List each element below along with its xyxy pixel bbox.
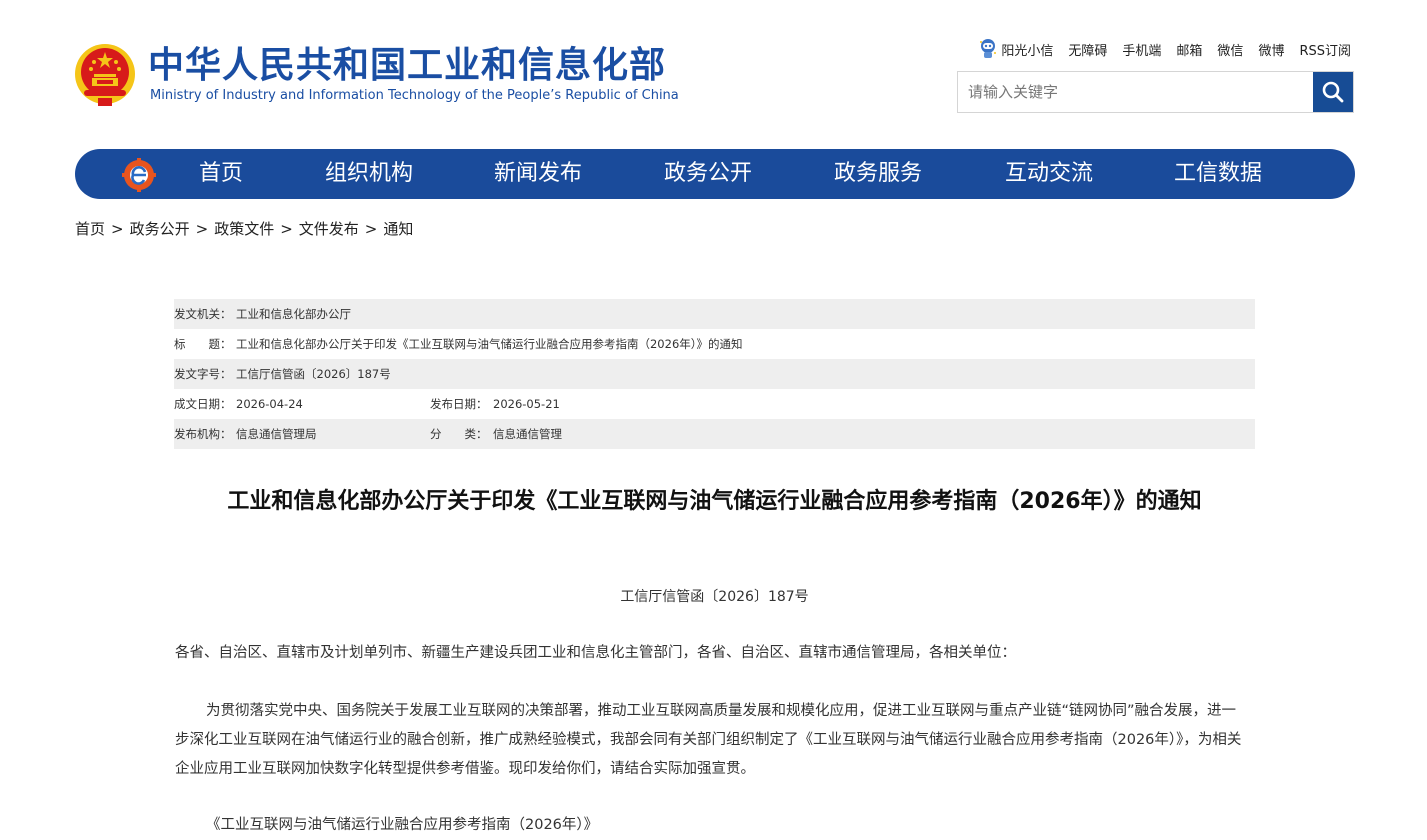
- meta-label-org: 发布机构：: [174, 427, 232, 441]
- article-attachment-title[interactable]: 《工业互联网与油气储运行业融合应用参考指南（2026年）》: [206, 811, 1281, 840]
- search-button[interactable]: [1313, 72, 1353, 112]
- breadcrumb: 首页 > 政务公开 > 政策文件 > 文件发布 > 通知: [75, 218, 413, 239]
- breadcrumb-separator: >: [195, 220, 209, 238]
- meta-value-category: 信息通信管理: [493, 427, 562, 441]
- meta-value-created: 2026-04-24: [236, 397, 303, 411]
- meta-value-published: 2026-05-21: [493, 397, 560, 411]
- toplink-rss[interactable]: RSS订阅: [1299, 40, 1351, 59]
- nav-home[interactable]: 首页: [199, 149, 243, 199]
- nav-data[interactable]: 工信数据: [1174, 149, 1262, 199]
- meta-row-dates: 成文日期： 2026-04-24 发布日期： 2026-05-21: [174, 389, 1255, 419]
- breadcrumb-notice[interactable]: 通知: [383, 220, 413, 238]
- document-meta-table: 发文机关： 工业和信息化部办公厅 标 题： 工业和信息化部办公厅关于印发《工业互…: [174, 299, 1255, 449]
- meta-value-issuer: 工业和信息化部办公厅: [236, 307, 351, 321]
- article-addressee: 各省、自治区、直辖市及计划单列市、新疆生产建设兵团工业和信息化主管部门，各省、自…: [175, 645, 1016, 661]
- breadcrumb-file-release[interactable]: 文件发布: [299, 220, 359, 238]
- meta-value-docno: 工信厅信管函〔2026〕187号: [236, 367, 391, 381]
- toplink-weibo[interactable]: 微博: [1258, 40, 1284, 59]
- toplink-mobile[interactable]: 手机端: [1122, 40, 1161, 59]
- breadcrumb-separator: >: [364, 220, 378, 238]
- national-emblem-logo[interactable]: [74, 42, 136, 108]
- meta-value-title: 工业和信息化部办公厅关于印发《工业互联网与油气储运行业融合应用参考指南（2026…: [236, 337, 743, 351]
- breadcrumb-home[interactable]: 首页: [75, 220, 105, 238]
- meta-label-title: 标 题：: [174, 337, 232, 351]
- nav-organization[interactable]: 组织机构: [325, 149, 413, 199]
- breadcrumb-separator: >: [111, 220, 124, 238]
- article-title: 工业和信息化部办公厅关于印发《工业互联网与油气储运行业融合应用参考指南（2026…: [227, 489, 1202, 514]
- toplink-assistant[interactable]: 阳光小信: [1001, 40, 1053, 59]
- search-icon: [1322, 81, 1344, 103]
- toplink-accessibility[interactable]: 无障碍: [1068, 40, 1107, 59]
- robot-assistant-icon[interactable]: [979, 38, 997, 60]
- toplink-wechat[interactable]: 微信: [1217, 40, 1243, 59]
- meta-label-category: 分 类：: [430, 427, 488, 441]
- meta-label-docno: 发文字号：: [174, 367, 232, 381]
- meta-row-docno: 发文字号： 工信厅信管函〔2026〕187号: [174, 359, 1255, 389]
- meta-row-title: 标 题： 工业和信息化部办公厅关于印发《工业互联网与油气储运行业融合应用参考指南…: [174, 329, 1255, 359]
- meta-label-issuer: 发文机关：: [174, 307, 232, 321]
- gear-e-logo-icon: [122, 158, 156, 192]
- site-title-cn[interactable]: 中华人民共和国工业和信息化部: [148, 42, 666, 90]
- breadcrumb-government-affairs[interactable]: 政务公开: [130, 220, 190, 238]
- search-input[interactable]: [958, 72, 1308, 112]
- search-box: [957, 71, 1354, 113]
- toplink-email[interactable]: 邮箱: [1176, 40, 1202, 59]
- meta-label-published: 发布日期：: [430, 397, 488, 411]
- breadcrumb-policy-docs[interactable]: 政策文件: [214, 220, 274, 238]
- main-nav: 首页 组织机构 新闻发布 政务公开 政务服务 互动交流 工信数据: [75, 149, 1355, 199]
- meta-value-org: 信息通信管理局: [236, 427, 317, 441]
- site-title-en[interactable]: Ministry of Industry and Information Tec…: [150, 88, 679, 103]
- meta-row-issuer: 发文机关： 工业和信息化部办公厅: [174, 299, 1255, 329]
- breadcrumb-separator: >: [280, 220, 293, 238]
- nav-government-affairs[interactable]: 政务公开: [664, 149, 752, 199]
- meta-label-created: 成文日期：: [174, 397, 232, 411]
- article-body-paragraph: 为贯彻落实党中央、国务院关于发展工业互联网的决策部署，推动工业互联网高质量发展和…: [175, 703, 1242, 777]
- nav-government-services[interactable]: 政务服务: [834, 149, 922, 199]
- nav-interaction[interactable]: 互动交流: [1005, 149, 1093, 199]
- top-links: 阳光小信 无障碍 手机端 邮箱 微信 微博 RSS订阅: [979, 38, 1351, 60]
- article-docno: 工信厅信管函〔2026〕187号: [620, 589, 809, 605]
- meta-row-org: 发布机构： 信息通信管理局 分 类： 信息通信管理: [174, 419, 1255, 449]
- nav-news[interactable]: 新闻发布: [494, 149, 582, 199]
